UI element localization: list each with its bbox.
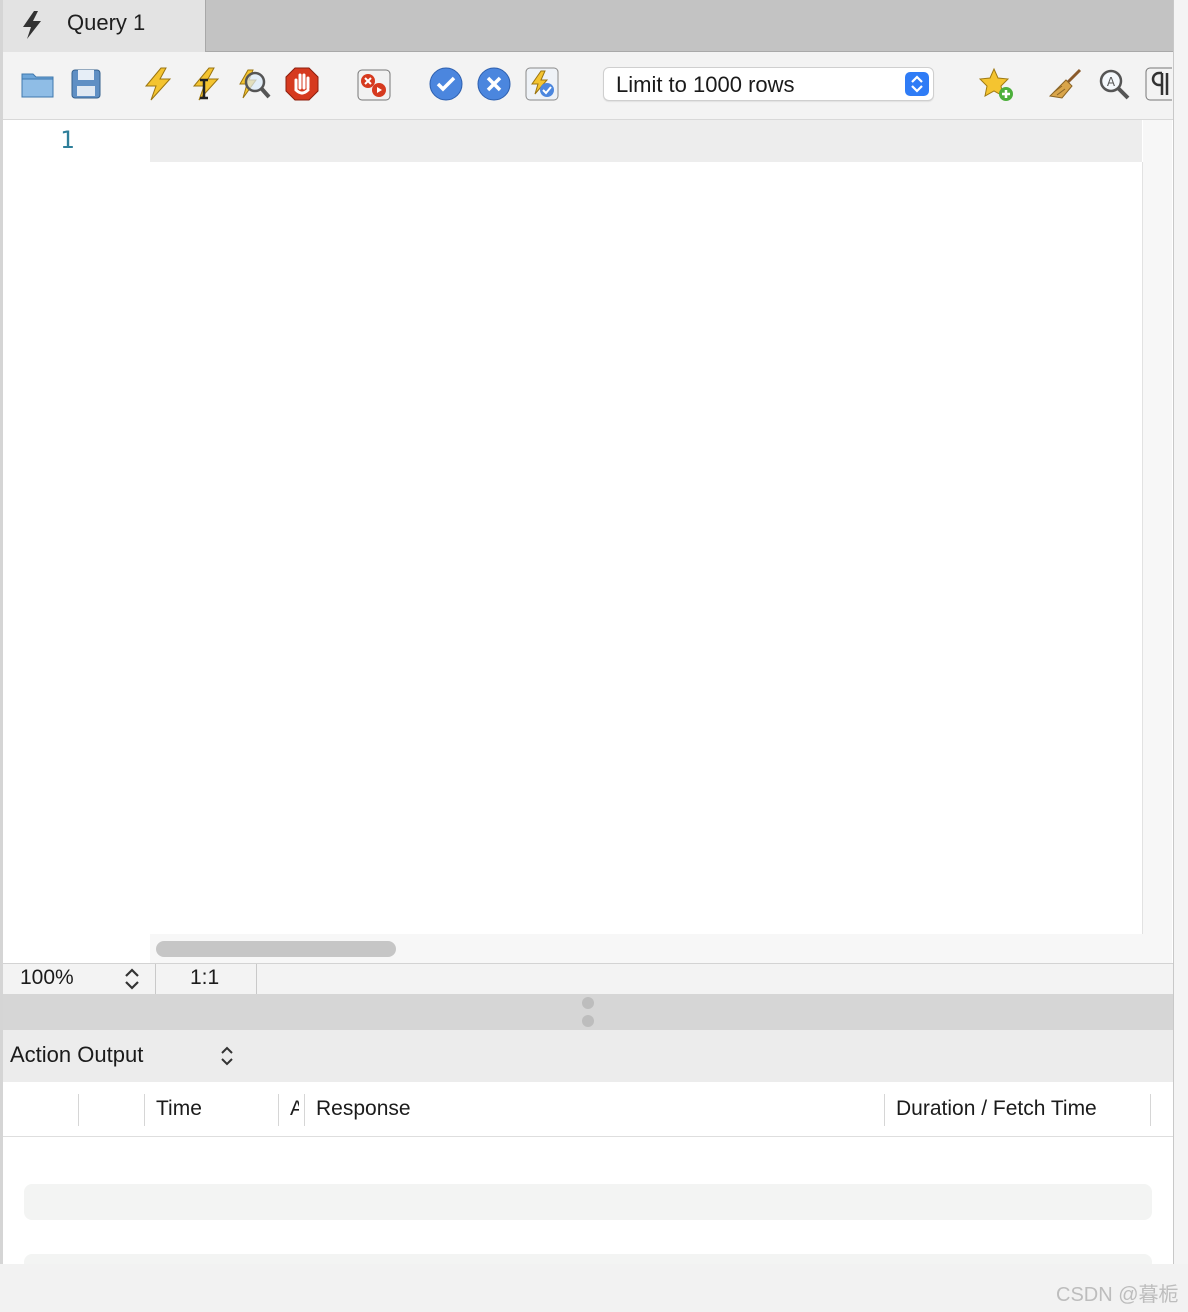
- check-circle-icon: [428, 66, 464, 102]
- commit-button[interactable]: [428, 66, 464, 102]
- lightning-cursor-icon: [188, 66, 224, 102]
- chevron-updown-icon: [905, 72, 929, 96]
- execute-current-button[interactable]: [188, 66, 224, 102]
- zoom-stepper-icon[interactable]: [122, 966, 142, 992]
- sql-editor[interactable]: [150, 162, 1143, 935]
- output-row-placeholder: [24, 1184, 1152, 1220]
- stop-hand-icon: [284, 66, 320, 102]
- execute-all-button[interactable]: [140, 66, 176, 102]
- column-divider[interactable]: [144, 1094, 145, 1126]
- output-type-select[interactable]: Action Output: [10, 1042, 143, 1068]
- lightning-icon: [19, 10, 45, 40]
- magnifier-lightning-icon: [236, 66, 272, 102]
- tab-label: Query 1: [67, 10, 146, 35]
- search-icon: A: [1096, 66, 1132, 102]
- column-divider[interactable]: [78, 1094, 79, 1126]
- add-snippet-button[interactable]: [978, 66, 1014, 102]
- panel-splitter[interactable]: [3, 994, 1173, 1030]
- tab-query-1[interactable]: Query 1: [3, 0, 206, 52]
- error-toggle-icon: [356, 66, 392, 102]
- autocommit-button[interactable]: [524, 66, 560, 102]
- toggle-continue-on-error-button[interactable]: [356, 66, 392, 102]
- lightning-icon: [140, 66, 176, 102]
- floppy-disk-icon: [68, 66, 104, 102]
- broom-icon: [1048, 66, 1084, 102]
- limit-rows-value: Limit to 1000 rows: [616, 72, 795, 97]
- rollback-button[interactable]: [476, 66, 512, 102]
- output-header: [3, 1030, 1173, 1082]
- current-line-highlight[interactable]: [150, 120, 1142, 162]
- autocommit-icon: [524, 66, 560, 102]
- x-circle-icon: [476, 66, 512, 102]
- status-bar: [3, 963, 1173, 994]
- beautify-button[interactable]: [1048, 66, 1084, 102]
- find-button[interactable]: A: [1096, 66, 1132, 102]
- column-divider[interactable]: [304, 1094, 305, 1126]
- splitter-grip-dot: [582, 997, 594, 1009]
- status-divider: [155, 964, 156, 994]
- column-divider[interactable]: [884, 1094, 885, 1126]
- line-number-gutter: [3, 120, 150, 963]
- line-number: 1: [60, 126, 75, 154]
- save-button[interactable]: [68, 66, 104, 102]
- watermark: CSDN @暮栀: [1056, 1284, 1179, 1306]
- pilcrow-icon: [1144, 66, 1172, 102]
- stop-button[interactable]: [284, 66, 320, 102]
- column-divider[interactable]: [278, 1094, 279, 1126]
- column-duration[interactable]: Duration / Fetch Time: [896, 1097, 1146, 1121]
- chevron-updown-icon[interactable]: [218, 1044, 236, 1068]
- column-time[interactable]: Time: [156, 1097, 266, 1121]
- svg-text:A: A: [1107, 75, 1116, 89]
- invisible-chars-button[interactable]: [1144, 66, 1172, 102]
- star-plus-icon: [978, 66, 1014, 102]
- column-divider[interactable]: [1150, 1094, 1151, 1126]
- horizontal-scrollbar-thumb[interactable]: [156, 941, 396, 957]
- window-edge: [1174, 0, 1188, 1264]
- zoom-level[interactable]: 100%: [20, 966, 74, 990]
- limit-rows-select[interactable]: Limit to 1000 rows: [603, 67, 934, 101]
- cursor-position: 1:1: [190, 966, 220, 989]
- output-row-placeholder: [24, 1254, 1152, 1264]
- column-action[interactable]: Action: [290, 1097, 299, 1121]
- column-response[interactable]: Response: [316, 1097, 866, 1121]
- open-file-button[interactable]: [20, 66, 56, 102]
- explain-button[interactable]: [236, 66, 272, 102]
- status-divider: [256, 964, 257, 994]
- vertical-scrollbar[interactable]: [1143, 120, 1172, 963]
- folder-icon: [20, 66, 56, 102]
- splitter-grip-dot: [582, 1015, 594, 1027]
